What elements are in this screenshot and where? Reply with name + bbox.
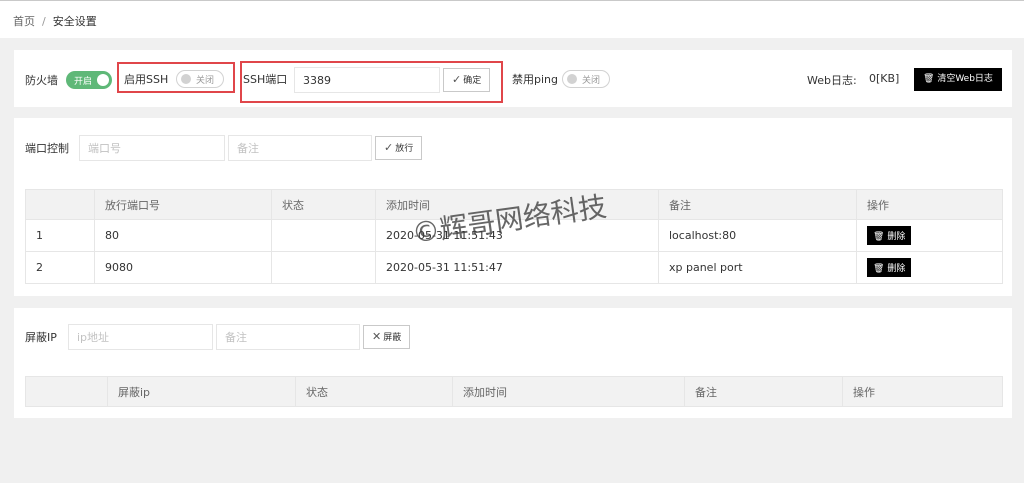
block-ip-table: 屏蔽ip 状态 添加时间 备注 操作 [25,376,1003,407]
confirm-button[interactable]: ✓ 确定 [443,68,491,92]
breadcrumb: 首页 / 安全设置 [13,13,97,29]
breadcrumb-separator: / [42,15,46,28]
row-actions: 🗑 删除 [856,251,1003,284]
block-note-input[interactable] [216,324,360,350]
row-time: 2020-05-31 11:51:43 [375,219,659,252]
port-number-input[interactable] [79,135,225,161]
column-header: 放行端口号 [94,189,272,220]
check-icon: ✓ [452,73,462,86]
column-header: 备注 [684,376,843,407]
firewall-card: 防火墙 开启 启用SSH 关闭 SSH端口 ✓确定 禁用ping 关闭 Web日… [14,50,1012,107]
port-table: 放行端口号 状态 添加时间 备注 操作 1 80 2020-05-31 11:5… [25,189,1003,284]
trash-icon: 🗑 [873,232,885,242]
row-actions: 🗑 删除 [856,219,1003,252]
row-status [271,251,376,284]
switch-knob [97,74,109,86]
ssh-label: 启用SSH [124,73,169,86]
column-header: 操作 [842,376,1003,407]
firewall-label: 防火墙 [25,74,58,87]
row-status [271,219,376,252]
delete-button[interactable]: 🗑 删除 [867,258,912,277]
ssh-switch[interactable]: 关闭 [176,70,224,88]
table-header-row: 放行端口号 状态 添加时间 备注 操作 [25,189,1003,220]
clear-weblog-button[interactable]: 🗑 清空Web日志 [914,68,1002,91]
ip-address-input[interactable] [68,324,213,350]
ssh-switch-label: 关闭 [196,76,215,86]
ping-switch[interactable]: 关闭 [562,70,610,88]
column-header: 添加时间 [375,189,659,220]
column-header: 操作 [856,189,1003,220]
confirm-button-label: 确定 [463,76,482,86]
close-icon: ✕ [372,330,382,343]
firewall-switch[interactable]: 开启 [66,71,112,89]
column-header [25,376,108,407]
row-note: localhost:80 [658,219,857,252]
trash-icon: 🗑 [923,74,935,84]
column-header: 添加时间 [452,376,685,407]
row-port: 9080 [94,251,272,284]
weblog-label: Web日志: [807,74,857,87]
row-index: 1 [25,219,95,252]
switch-knob [567,74,577,84]
column-header: 状态 [295,376,453,407]
row-index: 2 [25,251,95,284]
delete-button-label: 删除 [887,264,906,274]
column-header: 备注 [658,189,857,220]
port-control-label: 端口控制 [25,142,69,155]
allow-button-label: 放行 [395,144,414,154]
firewall-switch-label: 开启 [74,77,93,87]
breadcrumb-current: 安全设置 [52,15,97,28]
port-note-input[interactable] [228,135,372,161]
table-header-row: 屏蔽ip 状态 添加时间 备注 操作 [25,376,1003,407]
check-icon: ✓ [384,141,394,154]
row-port: 80 [94,219,272,252]
allow-button[interactable]: ✓ 放行 [375,136,423,160]
weblog-size: 0[KB] [869,72,900,85]
table-row: 2 9080 2020-05-31 11:51:47 xp panel port… [25,251,1003,284]
block-button[interactable]: ✕ 屏蔽 [363,325,411,349]
table-row: 1 80 2020-05-31 11:51:43 localhost:80 🗑 … [25,219,1003,252]
ssh-port-label: SSH端口 [243,73,288,86]
delete-button-label: 删除 [887,232,906,242]
ssh-port-input[interactable] [294,67,440,93]
block-ip-label: 屏蔽IP [25,331,57,344]
switch-knob [181,74,191,84]
top-bar: 首页 / 安全设置 [0,0,1024,38]
ping-label: 禁用ping [512,73,558,86]
ping-switch-label: 关闭 [582,76,601,86]
delete-button[interactable]: 🗑 删除 [867,226,912,245]
block-button-label: 屏蔽 [383,333,402,343]
clear-weblog-button-label: 清空Web日志 [937,74,993,84]
breadcrumb-home[interactable]: 首页 [13,15,35,28]
trash-icon: 🗑 [873,264,885,274]
port-control-card: 端口控制 ✓放行 放行端口号 状态 添加时间 备注 操作 1 80 2020 [14,118,1012,296]
column-header: 屏蔽ip [107,376,296,407]
block-ip-card: 屏蔽IP ✕屏蔽 屏蔽ip 状态 添加时间 备注 操作 [14,308,1012,418]
column-header [25,189,95,220]
row-time: 2020-05-31 11:51:47 [375,251,659,284]
column-header: 状态 [271,189,376,220]
row-note: xp panel port [658,251,857,284]
